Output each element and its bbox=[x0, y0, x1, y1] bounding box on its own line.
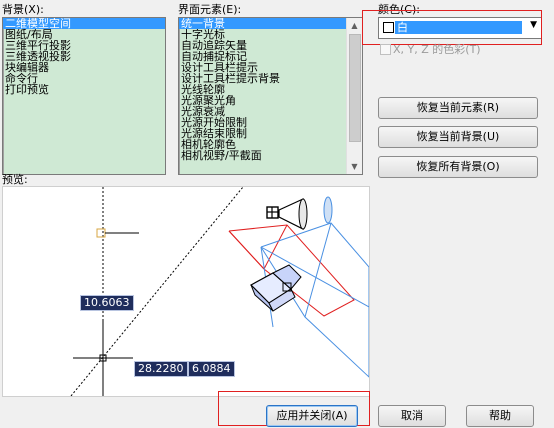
tint-xyz-checkbox[interactable] bbox=[380, 44, 391, 55]
interface-elements-list-item[interactable]: 设计工具栏提示背景 bbox=[179, 73, 346, 84]
background-list-item[interactable]: 三维平行投影 bbox=[3, 40, 165, 51]
background-list-item[interactable]: 三维透视投影 bbox=[3, 51, 165, 62]
tint-xyz-label: X, Y, Z 的色彩(T) bbox=[393, 43, 481, 56]
interface-elements-list-item[interactable]: 光源开始限制 bbox=[179, 117, 346, 128]
interface-elements-list-item[interactable]: 相机视野/平截面 bbox=[179, 150, 346, 161]
background-list-item[interactable]: 图纸/布局 bbox=[3, 29, 165, 40]
interface-elements-list-item[interactable]: 相机轮廓色 bbox=[179, 139, 346, 150]
restore-all-backgrounds-button[interactable]: 恢复所有背景(O) bbox=[378, 156, 538, 178]
interface-elements-list-item[interactable]: 自动捕捉标记 bbox=[179, 51, 346, 62]
interface-elements-list-item[interactable]: 十字光标 bbox=[179, 29, 346, 40]
preview-canvas: 10.6063 28.2280 6.0884 bbox=[2, 186, 370, 397]
scrollbar-thumb[interactable] bbox=[349, 34, 361, 142]
color-swatch bbox=[383, 22, 394, 33]
chevron-down-icon[interactable]: ▼ bbox=[530, 20, 537, 30]
background-list-item[interactable]: 块编辑器 bbox=[3, 62, 165, 73]
interface-elements-list-item[interactable]: 光线轮廓 bbox=[179, 84, 346, 95]
interface-elements-label: 界面元素(E): bbox=[178, 3, 242, 16]
background-list-item[interactable]: 打印预览 bbox=[3, 84, 165, 95]
restore-current-background-button[interactable]: 恢复当前背景(U) bbox=[378, 126, 538, 148]
interface-elements-list-item[interactable]: 设计工具栏提示 bbox=[179, 62, 346, 73]
color-value: 白 bbox=[395, 21, 522, 34]
apply-and-close-button[interactable]: 应用并关闭(A) bbox=[266, 405, 358, 427]
background-list-item[interactable]: 二维模型空间 bbox=[3, 18, 165, 29]
scroll-down-arrow-icon[interactable]: ▼ bbox=[347, 159, 362, 174]
color-label: 颜色(C): bbox=[378, 3, 420, 16]
spotlight-icon bbox=[266, 196, 333, 230]
cancel-button[interactable]: 取消 bbox=[378, 405, 446, 427]
interface-elements-list-item[interactable]: 自动追踪矢量 bbox=[179, 40, 346, 51]
coord-readout-2: 28.2280 bbox=[134, 361, 188, 377]
coord-readout-3: 6.0884 bbox=[188, 361, 235, 377]
restore-current-element-button[interactable]: 恢复当前元素(R) bbox=[378, 97, 538, 119]
background-list-item[interactable]: 命令行 bbox=[3, 73, 165, 84]
interface-elements-list-item[interactable]: 统一背景 bbox=[179, 18, 346, 29]
interface-elements-list-item[interactable]: 光源聚光角 bbox=[179, 95, 346, 106]
interface-elements-list[interactable]: 统一背景 十字光标 自动追踪矢量 自动捕捉标记 设计工具栏提示 设计工具栏提示背景 光线轮廓… bbox=[178, 17, 363, 175]
preview-label: 预览: bbox=[2, 173, 28, 186]
coord-readout-1: 10.6063 bbox=[80, 295, 134, 311]
background-list[interactable]: 二维模型空间 图纸/布局 三维平行投影 三维透视投影 块编辑器 命令行 打印预览 bbox=[2, 17, 166, 175]
interface-elements-list-item[interactable]: 光源衰减 bbox=[179, 106, 346, 117]
interface-elements-list-item[interactable]: 光源结束限制 bbox=[179, 128, 346, 139]
interface-elements-scrollbar[interactable]: ▲ ▼ bbox=[346, 18, 362, 174]
background-label: 背景(X): bbox=[2, 3, 44, 16]
color-dropdown[interactable]: 白 ▼ bbox=[378, 17, 542, 39]
camera-icon bbox=[250, 264, 302, 312]
scroll-up-arrow-icon[interactable]: ▲ bbox=[347, 18, 362, 33]
help-button[interactable]: 帮助 bbox=[466, 405, 534, 427]
